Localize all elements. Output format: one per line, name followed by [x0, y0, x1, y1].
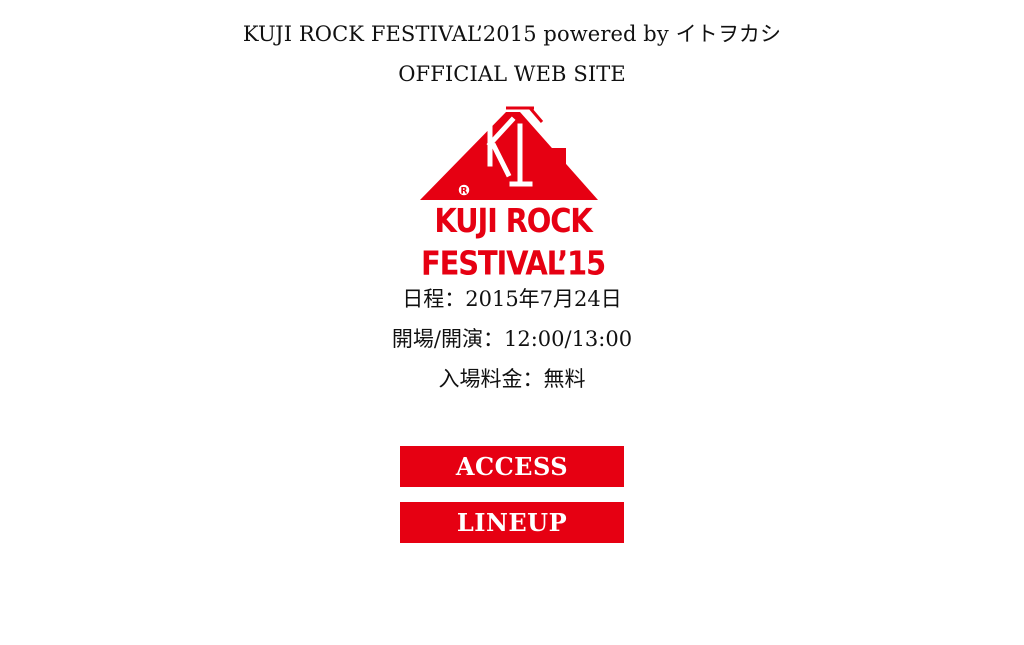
site-subtitle: OFFICIAL WEB SITE — [398, 62, 626, 86]
page: KUJI ROCK FESTIVAL’2015 powered by イトヲカシ… — [0, 0, 1024, 645]
festival-logo: R KUJI ROCK FESTIVAL’15 — [380, 104, 646, 282]
svg-text:R: R — [461, 187, 468, 197]
event-date: 日程：2015年7月24日 — [402, 287, 622, 311]
lineup-button[interactable]: LINEUP — [400, 502, 624, 543]
access-button[interactable]: ACCESS — [400, 446, 624, 487]
logo-emblem: R — [420, 106, 598, 200]
event-time: 開場/開演：12:00/13:00 — [391, 327, 633, 351]
event-admission: 入場料金：無料 — [438, 367, 586, 391]
site-title: KUJI ROCK FESTIVAL’2015 powered by イトヲカシ — [242, 22, 782, 46]
logo-wordmark: KUJI ROCK FESTIVAL’15 — [421, 201, 606, 283]
